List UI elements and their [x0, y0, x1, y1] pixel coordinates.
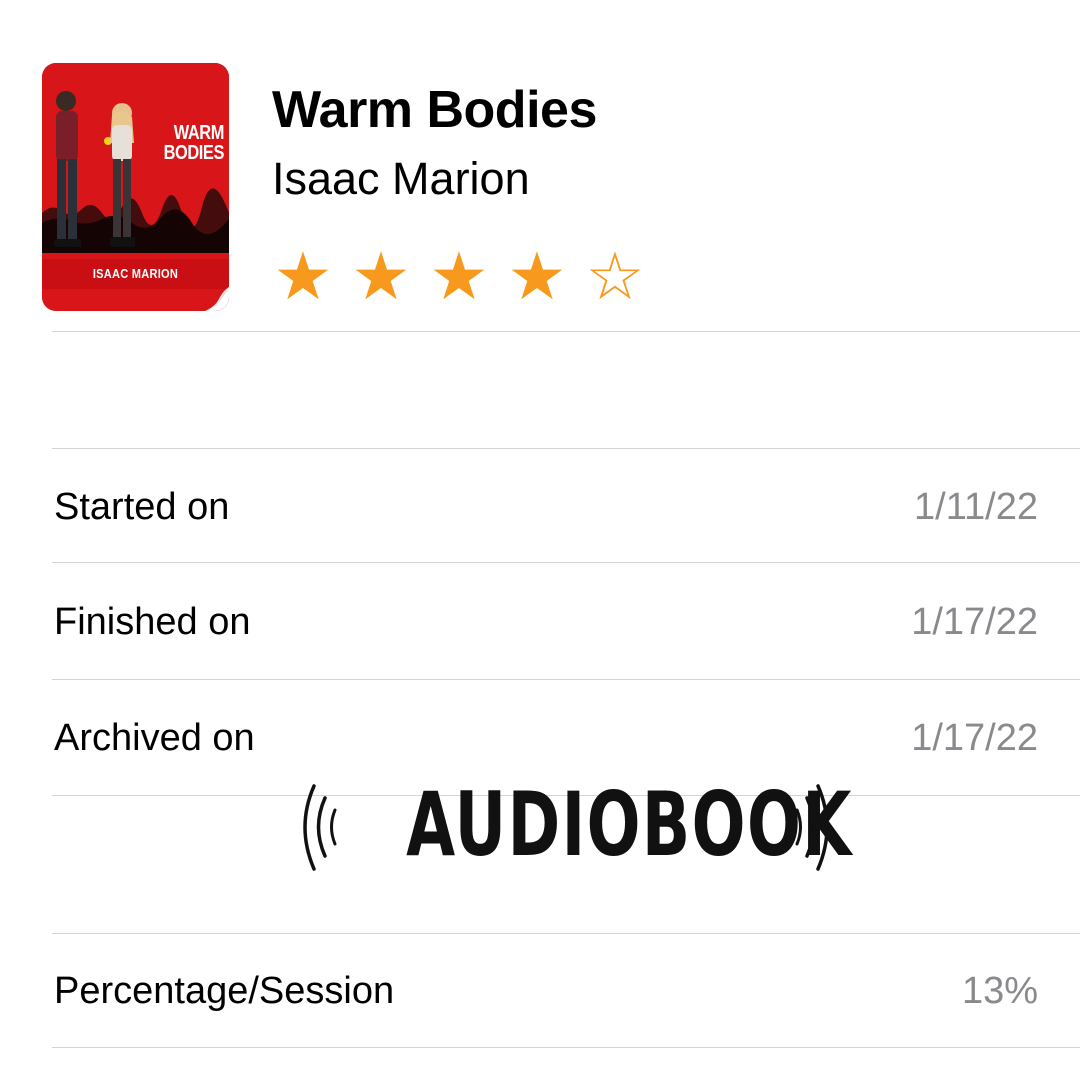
separator	[52, 448, 1080, 449]
cover-title: WARM BODIES	[163, 122, 225, 164]
cover-author: ISAAC MARION	[92, 266, 179, 281]
book-title: Warm Bodies	[272, 81, 597, 139]
detail-row-percentage[interactable]: Percentage/Session 13%	[52, 961, 1038, 1021]
audiobook-label: AUDIOBOOK	[406, 773, 853, 876]
row-value-percentage[interactable]: 13%	[962, 961, 1038, 1021]
star-filled-icon[interactable]: ★	[342, 238, 420, 316]
row-value-date[interactable]: 1/17/22	[911, 592, 1038, 652]
row-value-date[interactable]: 1/11/22	[914, 477, 1038, 537]
row-value-date[interactable]: 1/17/22	[911, 708, 1038, 768]
book-author[interactable]: Isaac Marion	[272, 151, 530, 207]
book-header: WARM BODIES ISAAC MARION Warm Bodies Isaa…	[0, 0, 1080, 331]
separator	[52, 679, 1080, 680]
page-curl-icon	[205, 287, 229, 311]
star-filled-icon[interactable]: ★	[264, 238, 342, 316]
audiobook-sticker: AUDIOBOOK	[300, 770, 853, 880]
star-empty-icon[interactable]: ☆	[576, 238, 654, 316]
row-label: Finished on	[54, 601, 251, 643]
book-cover[interactable]: WARM BODIES ISAAC MARION	[42, 63, 229, 311]
star-rating[interactable]: ★ ★ ★ ★ ☆	[264, 238, 654, 318]
star-filled-icon[interactable]: ★	[498, 238, 576, 316]
sound-waves-icon	[303, 784, 337, 871]
row-label: Archived on	[54, 717, 255, 759]
star-filled-icon[interactable]: ★	[420, 238, 498, 316]
detail-row-archived[interactable]: Archived on 1/17/22	[52, 708, 1038, 768]
row-label: Percentage/Session	[54, 970, 395, 1012]
separator	[52, 562, 1080, 563]
separator	[52, 933, 1080, 934]
detail-row-finished[interactable]: Finished on 1/17/22	[52, 592, 1038, 652]
row-label: Started on	[54, 486, 230, 528]
separator	[52, 1047, 1080, 1048]
detail-row-started[interactable]: Started on 1/11/22	[52, 477, 1038, 537]
sound-waves-icon	[795, 784, 829, 871]
separator	[52, 331, 1080, 332]
